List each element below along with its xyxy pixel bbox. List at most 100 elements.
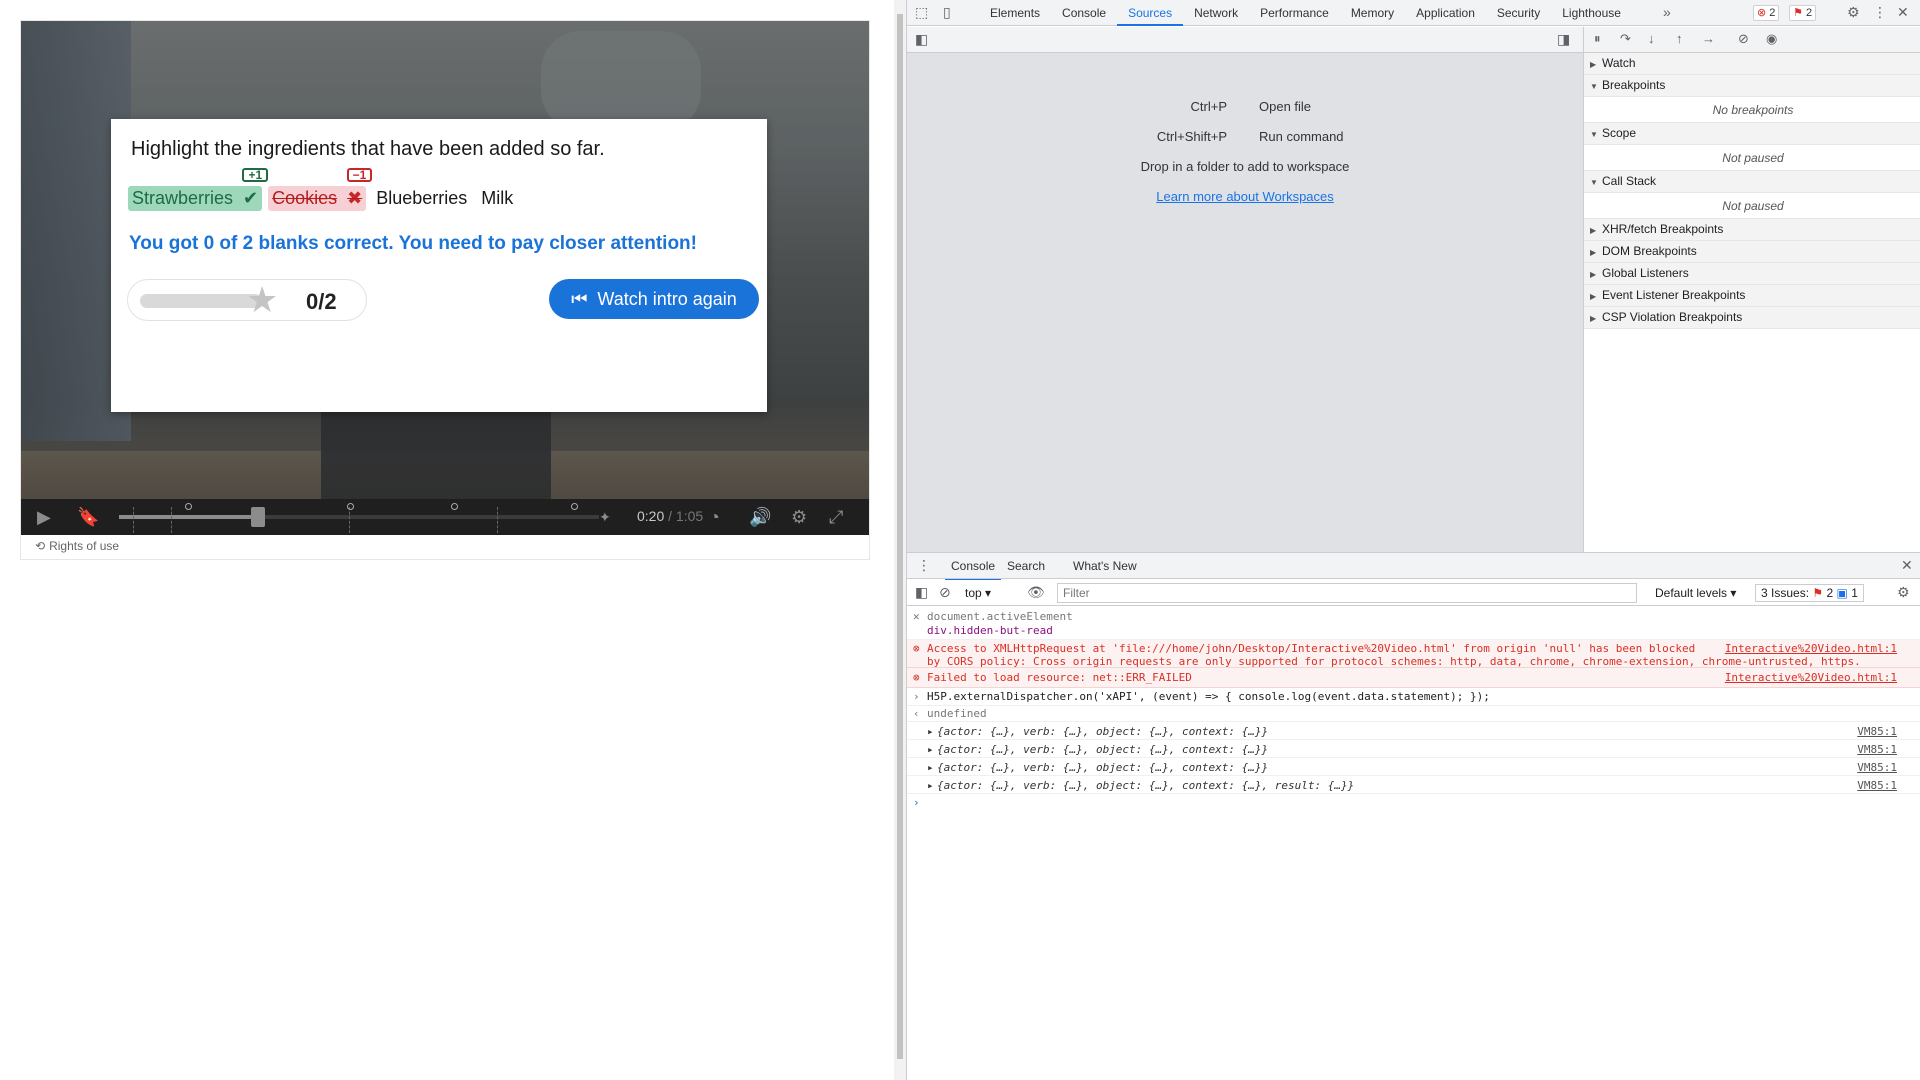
section-title: Scope <box>1602 126 1637 140</box>
log-text[interactable]: div.hidden-but-read <box>927 624 1053 637</box>
word-blueberries[interactable]: Blueberries <box>372 186 471 211</box>
drawer-tab-search[interactable]: Search <box>1007 553 1045 579</box>
pause-icon[interactable]: ⏸ <box>1594 31 1601 47</box>
word-cookies[interactable]: Cookies ✖ −1 <box>268 167 373 211</box>
drawer-tab-whats-new[interactable]: What's New <box>1073 553 1137 579</box>
scrollbar-thumb[interactable] <box>897 14 903 1059</box>
console-prompt[interactable]: › <box>907 794 1920 812</box>
close-drawer-icon[interactable]: ✕ <box>1901 557 1913 574</box>
word-strawberries[interactable]: Strawberries ✔ +1 <box>128 167 269 211</box>
interaction-dot[interactable] <box>571 503 578 510</box>
interaction-dot[interactable] <box>347 503 354 510</box>
inspect-element-icon[interactable]: ⬚ <box>915 4 928 21</box>
workspace-link-text[interactable]: Learn more about Workspaces <box>1156 189 1334 204</box>
timeline-slider[interactable] <box>119 503 599 533</box>
drawer-tab-console[interactable]: Console <box>945 553 1002 581</box>
chevron-right-icon: ▶ <box>1590 314 1597 323</box>
settings-icon[interactable]: ⚙ <box>791 507 807 527</box>
log-levels-dropdown[interactable]: Default levels ▾ <box>1655 586 1736 600</box>
show-sidebar-icon[interactable]: ◧ <box>915 584 928 601</box>
page-scrollbar[interactable] <box>894 0 906 1080</box>
console-object[interactable]: ▸ {actor: {…}, verb: {…}, object: {…}, c… <box>907 740 1920 758</box>
object-preview[interactable]: {actor: {…}, verb: {…}, object: {…}, con… <box>937 779 1354 792</box>
tab-memory[interactable]: Memory <box>1340 0 1405 26</box>
clear-console-icon[interactable]: ⊘ <box>939 584 951 601</box>
breakpoints-section[interactable]: ▼ Breakpoints <box>1584 75 1920 97</box>
devtools-tabs: Elements Console Sources Network Perform… <box>979 0 1632 26</box>
fullscreen-icon[interactable]: ⤢ <box>829 507 843 527</box>
tab-security[interactable]: Security <box>1486 0 1551 26</box>
console-result: ‹ undefined <box>907 706 1920 722</box>
section-title: Watch <box>1602 56 1636 70</box>
call-stack-section[interactable]: ▼ Call Stack <box>1584 171 1920 193</box>
global-listeners-section[interactable]: ▶ Global Listeners <box>1584 263 1920 285</box>
tab-lighthouse[interactable]: Lighthouse <box>1551 0 1632 26</box>
watch-intro-again-button[interactable]: ⏮ Watch intro again <box>549 279 759 319</box>
console-object[interactable]: ▸ {actor: {…}, verb: {…}, object: {…}, c… <box>907 776 1920 794</box>
xhr-breakpoints-section[interactable]: ▶ XHR/fetch Breakpoints <box>1584 219 1920 241</box>
star-icon: ★ <box>246 279 279 320</box>
tab-network[interactable]: Network <box>1183 0 1249 26</box>
tab-application[interactable]: Application <box>1405 0 1486 26</box>
interaction-dot[interactable] <box>451 503 458 510</box>
console-entry: ✕ document.activeElement div.hidden-but-… <box>907 606 1920 640</box>
close-icon[interactable]: ✕ <box>913 610 920 623</box>
tab-sources[interactable]: Sources <box>1117 0 1184 26</box>
rights-of-use-link[interactable]: ⟲ Rights of use <box>35 539 119 553</box>
time-separator: / <box>664 508 676 524</box>
issue-counter[interactable]: ⚑ 2 <box>1789 5 1817 21</box>
workspace-link[interactable]: Learn more about Workspaces <box>907 189 1583 204</box>
playback-rate-icon[interactable]: ◔ <box>709 507 720 527</box>
more-tabs-icon[interactable]: » <box>1663 4 1671 20</box>
scope-section[interactable]: ▼ Scope <box>1584 123 1920 145</box>
error-counter[interactable]: ⊗ 2 <box>1753 5 1780 21</box>
drawer-menu-icon[interactable]: ⋮ <box>917 557 931 574</box>
issues-error-icon: ⚑ <box>1812 586 1824 600</box>
device-toolbar-icon[interactable]: ▯ <box>943 4 951 21</box>
tab-performance[interactable]: Performance <box>1249 0 1340 26</box>
timeline-thumb[interactable] <box>251 507 265 527</box>
close-icon[interactable]: ✕ <box>1897 4 1909 21</box>
tab-console[interactable]: Console <box>1051 0 1117 26</box>
vm-source-link[interactable]: VM85:1 <box>1857 725 1897 738</box>
tab-elements[interactable]: Elements <box>979 0 1051 26</box>
bookmark-icon[interactable]: 🔖 <box>77 507 99 527</box>
step-out-icon[interactable]: ↑ <box>1676 31 1683 46</box>
timeline-played <box>119 515 259 519</box>
eye-icon[interactable]: 👁 <box>1027 584 1045 601</box>
dom-breakpoints-section[interactable]: ▶ DOM Breakpoints <box>1584 241 1920 263</box>
console-settings-icon[interactable]: ⚙ <box>1897 584 1910 601</box>
vm-source-link[interactable]: VM85:1 <box>1857 779 1897 792</box>
toggle-debugger-icon[interactable]: ◨ <box>1557 31 1570 48</box>
kebab-menu-icon[interactable]: ⋮ <box>1873 4 1887 21</box>
vm-source-link[interactable]: VM85:1 <box>1857 761 1897 774</box>
object-preview[interactable]: {actor: {…}, verb: {…}, object: {…}, con… <box>937 743 1268 756</box>
play-icon[interactable]: ▶ <box>37 507 51 527</box>
word-milk[interactable]: Milk <box>477 186 517 211</box>
chevron-down-icon: ▼ <box>1590 178 1598 187</box>
console-object[interactable]: ▸ {actor: {…}, verb: {…}, object: {…}, c… <box>907 722 1920 740</box>
console-object[interactable]: ▸ {actor: {…}, verb: {…}, object: {…}, c… <box>907 758 1920 776</box>
deactivate-breakpoints-icon[interactable]: ⊘ <box>1738 31 1749 47</box>
step-over-icon[interactable]: ↷ <box>1620 31 1631 47</box>
video-frame[interactable]: Highlight the ingredients that have been… <box>21 21 869 499</box>
error-source-link[interactable]: Interactive%20Video.html:1 <box>1725 671 1897 684</box>
toggle-navigator-icon[interactable]: ◧ <box>915 31 928 48</box>
pause-on-exceptions-icon[interactable]: ◉ <box>1766 31 1777 47</box>
object-preview[interactable]: {actor: {…}, verb: {…}, object: {…}, con… <box>937 725 1268 738</box>
error-icon: ⊗ <box>913 642 920 655</box>
issues-button[interactable]: 3 Issues: ⚑ 2 ▣ 1 <box>1755 584 1864 602</box>
interaction-dot[interactable] <box>185 503 192 510</box>
filter-input[interactable]: Filter <box>1057 583 1637 603</box>
vm-source-link[interactable]: VM85:1 <box>1857 743 1897 756</box>
step-into-icon[interactable]: ↓ <box>1648 31 1655 46</box>
error-source-link[interactable]: Interactive%20Video.html:1 <box>1725 642 1897 655</box>
csp-breakpoints-section[interactable]: ▶ CSP Violation Breakpoints <box>1584 307 1920 329</box>
event-listener-breakpoints-section[interactable]: ▶ Event Listener Breakpoints <box>1584 285 1920 307</box>
step-icon[interactable]: → <box>1702 31 1715 46</box>
object-preview[interactable]: {actor: {…}, verb: {…}, object: {…}, con… <box>937 761 1268 774</box>
watch-section[interactable]: ▶ Watch <box>1584 53 1920 75</box>
context-selector[interactable]: top ▾ <box>965 586 991 600</box>
volume-icon[interactable]: 🔊 <box>749 507 771 527</box>
gear-icon[interactable]: ⚙ <box>1847 4 1860 21</box>
